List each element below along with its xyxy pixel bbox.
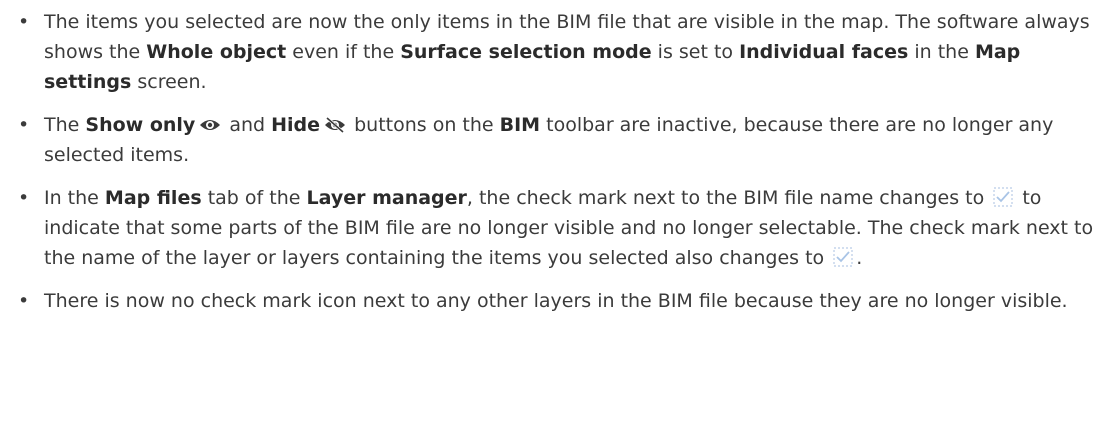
list-item: • In the Map files tab of the Layer manag…	[0, 183, 1120, 273]
text: , the check mark next to the BIM file na…	[466, 187, 991, 209]
text: screen.	[131, 71, 207, 93]
term-surface-selection-mode: Surface selection mode	[400, 41, 652, 63]
term-bim: BIM	[499, 114, 541, 136]
bullet-dot: •	[18, 114, 30, 136]
text: and	[223, 114, 272, 136]
text: .	[856, 247, 863, 269]
term-map-files: Map files	[104, 187, 202, 209]
term-individual-faces: Individual faces	[739, 41, 909, 63]
text: even if the	[286, 41, 401, 63]
list-item: • The Show only and Hide buttons on the B…	[0, 110, 1120, 170]
list-item: • The items you selected are now the only…	[0, 7, 1120, 97]
show-only-eye-icon	[199, 112, 221, 130]
term-whole-object: Whole object	[146, 41, 287, 63]
text: toolbar are inactive, because there are …	[44, 114, 1054, 166]
document-body: • The items you selected are now the only…	[0, 0, 1120, 423]
bullet-list: • The items you selected are now the only…	[0, 7, 1120, 316]
text: is set to	[651, 41, 740, 63]
term-show-only: Show only	[85, 114, 196, 136]
term-hide: Hide	[271, 114, 321, 136]
text: There is now no check mark icon next to …	[44, 290, 1068, 312]
text: tab of the	[201, 187, 307, 209]
hide-eye-slash-icon	[324, 112, 346, 134]
text: in the	[908, 41, 975, 63]
text: In the	[44, 187, 105, 209]
list-item: • There is now no check mark icon next to…	[0, 286, 1120, 316]
text: buttons on the	[348, 114, 500, 136]
text: The	[44, 114, 86, 136]
partial-checkmark-icon	[833, 246, 853, 267]
term-layer-manager: Layer manager	[306, 187, 467, 209]
bullet-dot: •	[18, 11, 30, 33]
partial-checkmark-icon	[993, 186, 1013, 207]
bullet-dot: •	[18, 187, 30, 209]
bullet-dot: •	[18, 290, 30, 312]
